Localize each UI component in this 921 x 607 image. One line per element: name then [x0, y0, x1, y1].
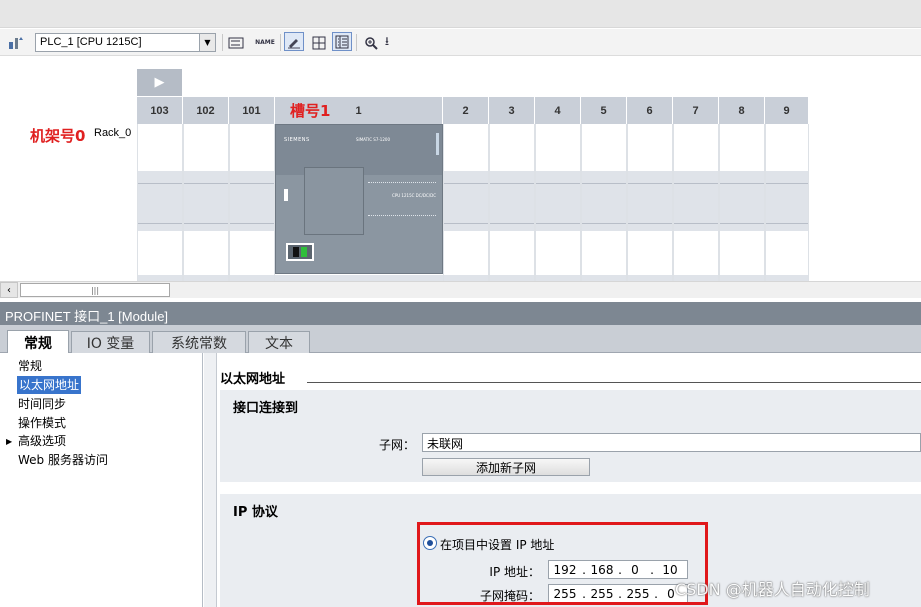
device-view-canvas: ▶ 103 102 101 1 2 3 4 5 6 7 8 9 槽号1 机架号0… — [0, 57, 921, 281]
plc-model: SIMATIC S7-1200 — [356, 137, 390, 142]
columns-icon[interactable] — [332, 32, 352, 51]
nav-item-advanced[interactable]: 高级选项 — [18, 432, 66, 450]
rack-annotation: 机架号0 — [30, 127, 86, 145]
slot-cell[interactable] — [627, 124, 673, 281]
slot-cell[interactable] — [183, 124, 229, 281]
name-icon[interactable]: NAME — [255, 33, 275, 52]
slot-header: 5 — [581, 97, 627, 124]
nav-item-operating-mode[interactable]: 操作模式 — [18, 414, 66, 432]
grid-icon[interactable] — [309, 33, 329, 52]
slot-cell[interactable] — [719, 124, 765, 281]
tab-system-constants[interactable]: 系统常数 — [152, 331, 246, 353]
plc-status-led — [284, 189, 288, 201]
inspector-nav-tree: 常规 以太网地址 时间同步 操作模式 ▶ 高级选项 Web 服务器访问 — [0, 353, 203, 607]
slot-cell[interactable] — [581, 124, 627, 281]
toolbar-separator — [280, 34, 281, 51]
toolbar-separator — [222, 34, 223, 51]
slot-annotation: 槽号1 — [290, 102, 331, 120]
plc-io-leds — [368, 182, 436, 184]
nav-item-ethernet-address[interactable]: 以太网地址 — [17, 376, 82, 394]
expand-arrow-icon[interactable]: ▶ — [6, 437, 12, 446]
download-arrow-icon[interactable]: ⭳ — [377, 33, 397, 52]
plc-cpu-label: CPU 1215C DC/DC/DC — [392, 193, 436, 198]
plc-brand: SIEMENS — [284, 137, 310, 143]
subnet-field[interactable]: 未联网 — [422, 433, 921, 452]
interface-panel-title: 接口连接到 — [233, 401, 299, 416]
plc-front-window — [304, 167, 364, 235]
toolbar-separator — [356, 34, 357, 51]
highlight-box — [417, 522, 708, 605]
add-subnet-button[interactable]: 添加新子网 — [422, 458, 590, 476]
slot-header: 103 — [137, 97, 183, 124]
plc-cpu-module[interactable]: SIEMENS SIMATIC S7-1200 CPU 1215C DC/DC/… — [275, 124, 443, 274]
slot-cell[interactable] — [765, 124, 809, 281]
swap-icon[interactable] — [226, 33, 246, 52]
slot-cell[interactable] — [489, 124, 535, 281]
slot-header: 7 — [673, 97, 719, 124]
interface-panel: 接口连接到 子网： 未联网 添加新子网 — [220, 390, 921, 482]
rack-scroll-left-button[interactable]: ▶ — [137, 69, 182, 96]
tab-texts[interactable]: 文本 — [248, 331, 310, 353]
slot-header: 6 — [627, 97, 673, 124]
slot-header: 102 — [183, 97, 229, 124]
name-icon-text: NAME — [255, 39, 275, 46]
profinet-port-icon[interactable] — [286, 243, 314, 261]
tab-io-tags[interactable]: IO 变量 — [71, 331, 150, 353]
window-top-strip — [0, 0, 921, 28]
inspector-title: PROFINET 接口_1 [Module] — [0, 302, 921, 325]
slot-cell[interactable] — [137, 124, 183, 281]
slot-header: 4 — [535, 97, 581, 124]
slot-header: 3 — [489, 97, 535, 124]
slot-cell[interactable] — [229, 124, 275, 281]
slot-cell[interactable] — [673, 124, 719, 281]
ip-panel-title: IP 协议 — [233, 505, 278, 520]
tab-general[interactable]: 常规 — [7, 330, 69, 354]
chevron-down-icon[interactable]: ▼ — [199, 34, 215, 51]
nav-item-time-sync[interactable]: 时间同步 — [18, 395, 66, 413]
network-device-icon[interactable] — [6, 33, 26, 52]
inspector-tabbar: 常规 IO 变量 系统常数 文本 — [0, 325, 921, 354]
device-select-value: PLC_1 [CPU 1215C] — [40, 36, 142, 48]
edit-icon[interactable] — [284, 32, 304, 51]
subnet-label: 子网： — [378, 438, 415, 452]
scroll-left-icon[interactable]: ‹ — [0, 282, 18, 298]
slot-header: 8 — [719, 97, 765, 124]
device-select[interactable]: PLC_1 [CPU 1215C] ▼ — [35, 33, 216, 52]
nav-item-web-server[interactable]: Web 服务器访问 — [18, 451, 108, 469]
slot-cell[interactable] — [443, 124, 489, 281]
slot-header: 101 — [229, 97, 275, 124]
plc-io-leds — [368, 215, 436, 217]
slot-header: 9 — [765, 97, 809, 124]
scroll-thumb-grip: ||| — [90, 285, 100, 295]
nav-item-general[interactable]: 常规 — [18, 357, 42, 375]
slot-cell[interactable] — [535, 124, 581, 281]
watermark: CSDN @机器人自动化控制 — [675, 580, 870, 599]
plc-grip — [436, 133, 439, 155]
play-icon: ▶ — [154, 75, 165, 90]
horizontal-scrollbar[interactable]: ‹ ||| — [0, 281, 921, 298]
slot-header-label: 1 — [355, 104, 362, 117]
scroll-thumb[interactable]: ||| — [20, 283, 170, 297]
rack-name: Rack_0 — [94, 127, 132, 139]
section-title: 以太网地址 — [220, 372, 286, 387]
slot-header: 2 — [443, 97, 489, 124]
pane-splitter[interactable] — [204, 353, 217, 607]
section-divider — [307, 382, 921, 383]
